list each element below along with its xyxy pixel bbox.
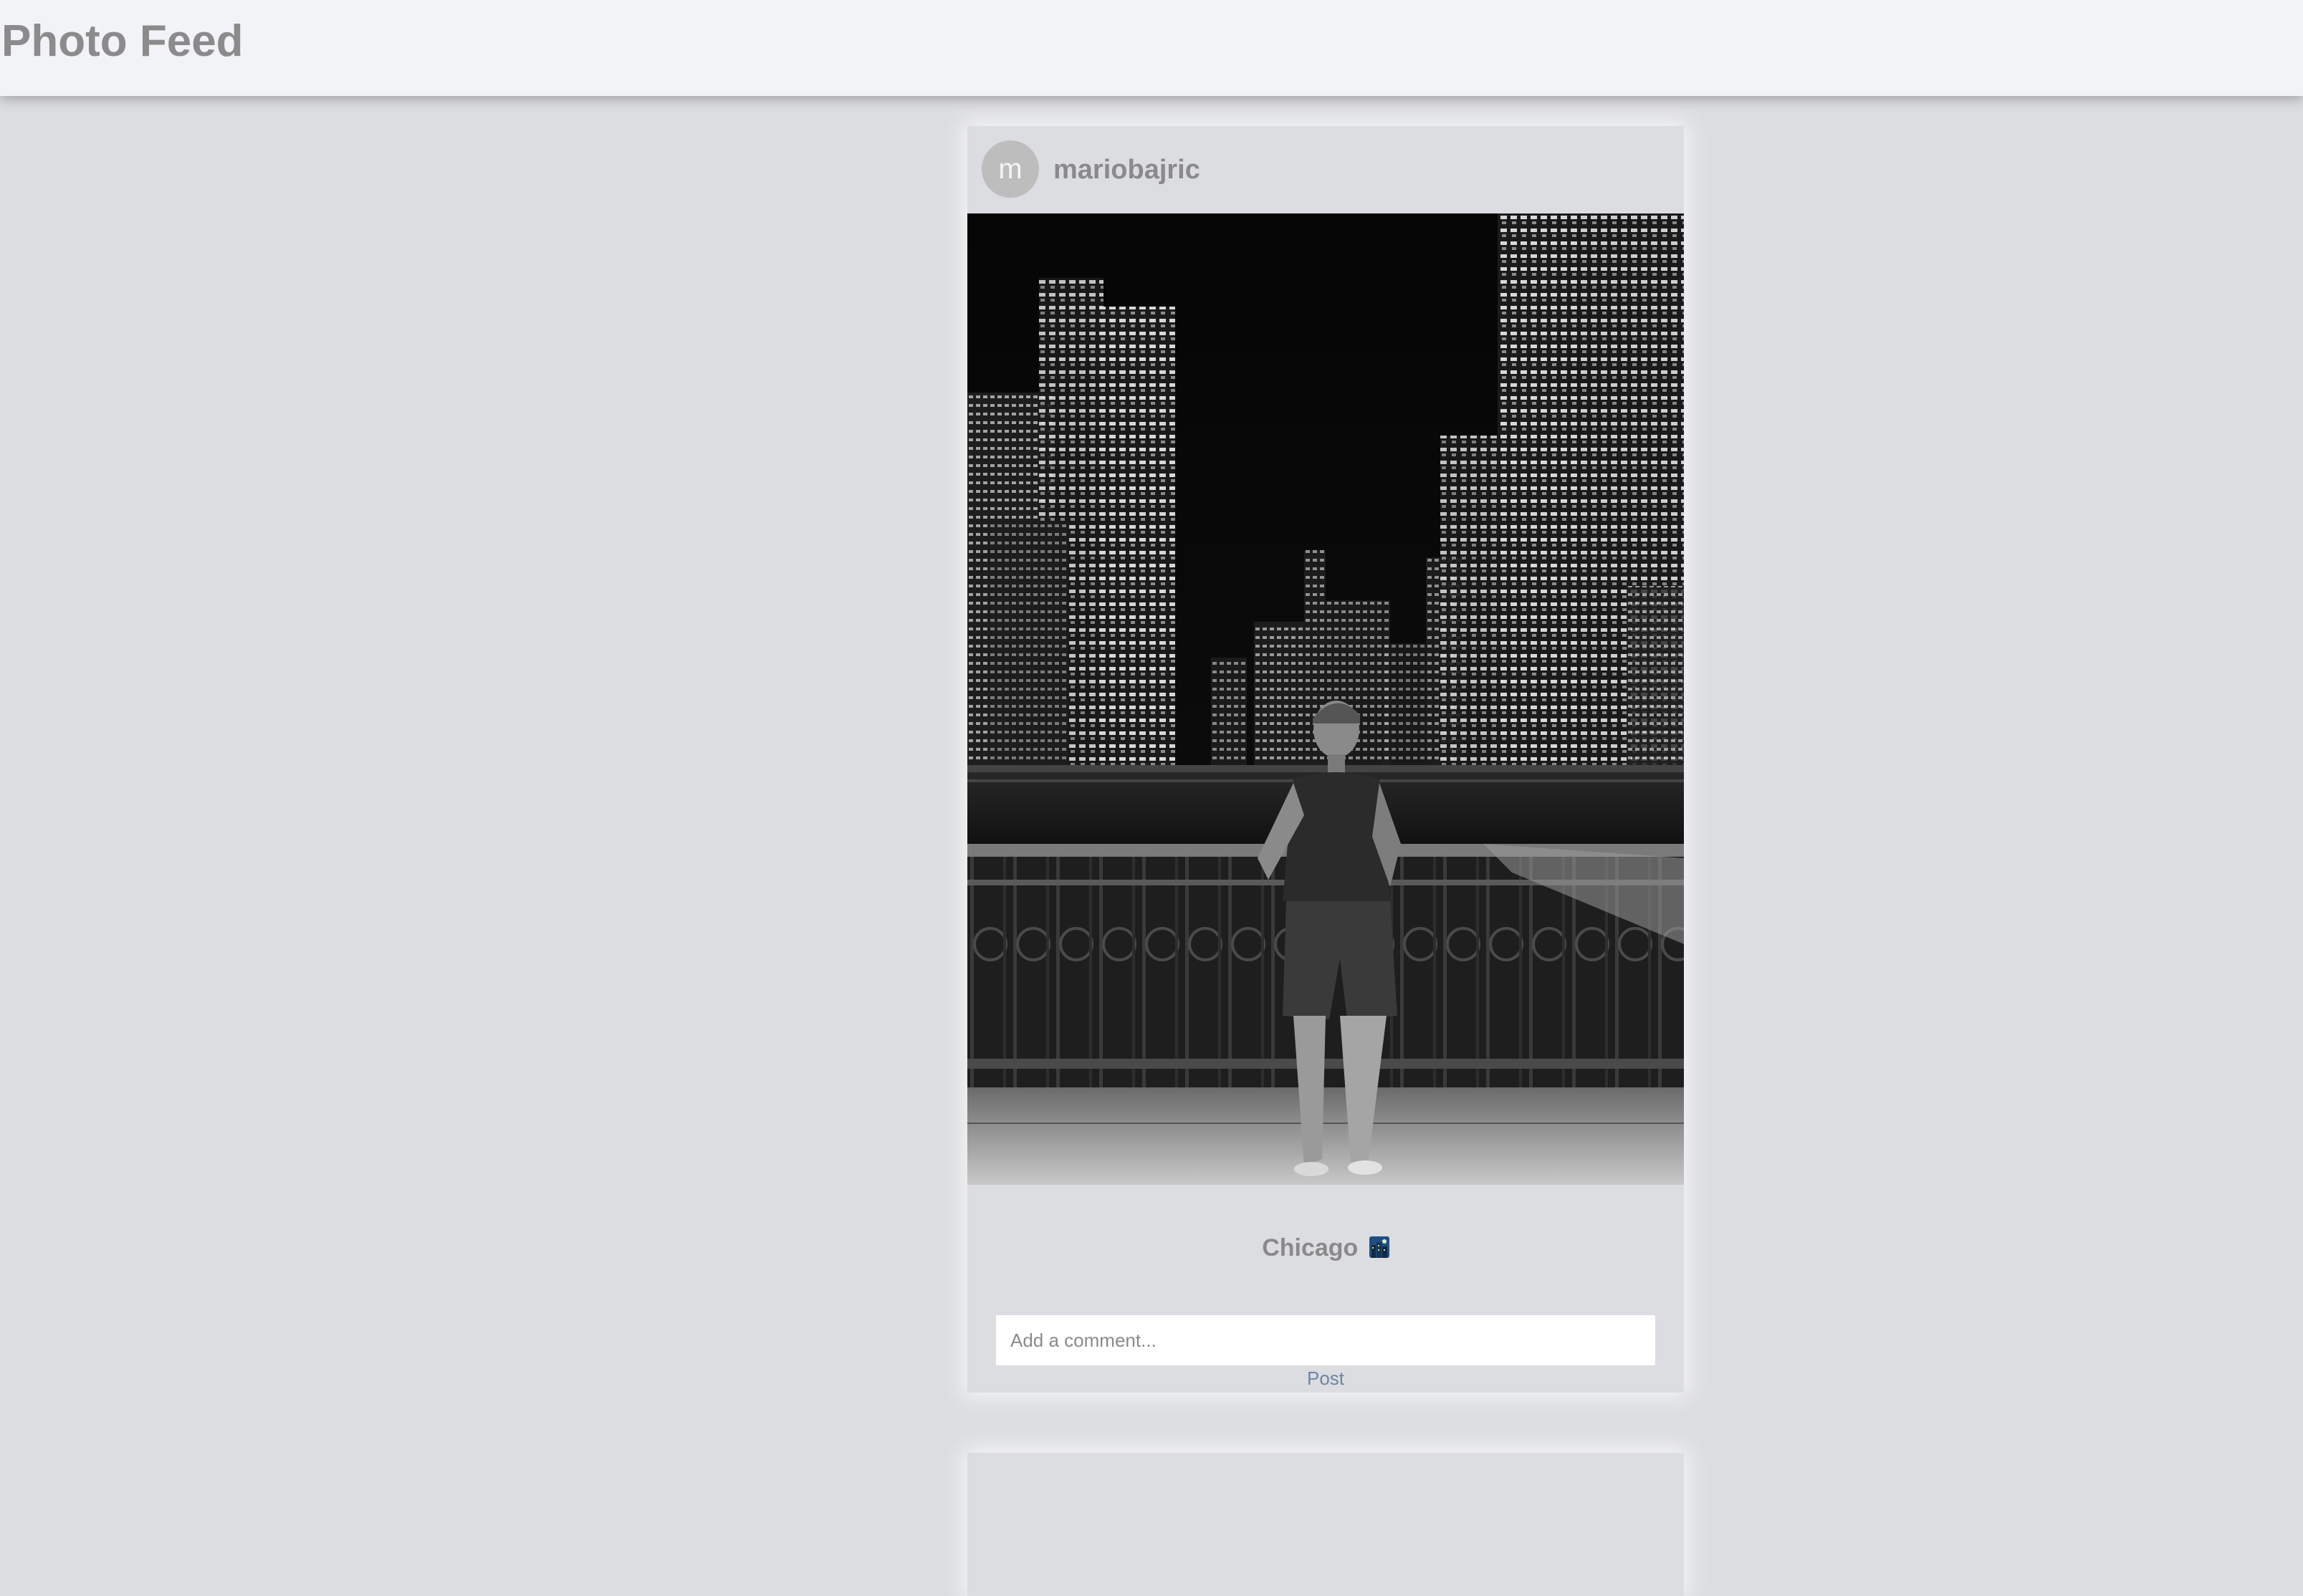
post-header: m mariobajric [967,126,1684,213]
post-button-label[interactable]: Post [1307,1367,1344,1389]
city-night-emoji-icon [1369,1236,1389,1258]
top-bar: Photo Feed [0,0,2303,96]
post-card: m mariobajric Chicago Add a comment... P… [967,126,1684,1393]
next-post-card [967,1453,1684,1596]
caption-text: Chicago [1262,1234,1359,1261]
comment-input[interactable] [996,1315,1655,1365]
post-caption: Chicago [967,1234,1684,1262]
avatar[interactable]: m [982,140,1039,198]
post-comment-button[interactable]: Post [967,1367,1684,1390]
username-link[interactable]: mariobajric [1053,153,1200,186]
post-photo[interactable] [967,213,1684,1185]
app-title: Photo Feed [1,16,244,66]
